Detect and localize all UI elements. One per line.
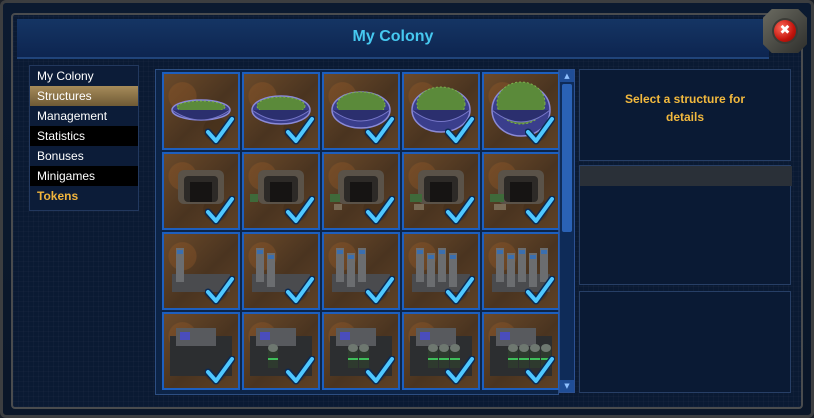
structure-tile-silo-plant[interactable] <box>162 312 240 390</box>
structure-tile-silo-plant[interactable] <box>482 312 560 390</box>
structure-tile-dome[interactable] <box>322 72 400 150</box>
info-header-bar <box>580 166 792 186</box>
structure-tile-bunker[interactable] <box>402 152 480 230</box>
owned-checkmark-icon <box>365 196 395 225</box>
structure-tile-dome[interactable] <box>162 72 240 150</box>
close-button[interactable]: ✖ <box>763 9 807 53</box>
menu-item-management[interactable]: Management <box>30 106 138 126</box>
owned-checkmark-icon <box>525 356 555 385</box>
structure-tile-refinery[interactable] <box>322 232 400 310</box>
owned-checkmark-icon <box>365 356 395 385</box>
structure-info-panel <box>579 165 792 285</box>
structure-tile-refinery[interactable] <box>482 232 560 310</box>
structure-action-panel <box>579 291 791 393</box>
menu-item-my-colony[interactable]: My Colony <box>30 66 138 86</box>
structure-tile-bunker[interactable] <box>162 152 240 230</box>
close-x-icon[interactable]: ✖ <box>774 20 796 42</box>
owned-checkmark-icon <box>205 196 235 225</box>
owned-checkmark-icon <box>285 116 315 145</box>
title-bar: My Colony <box>17 19 769 59</box>
owned-checkmark-icon <box>205 356 235 385</box>
menu-item-minigames[interactable]: Minigames <box>30 166 138 186</box>
structure-tile-refinery[interactable] <box>162 232 240 310</box>
menu-item-bonuses[interactable]: Bonuses <box>30 146 138 166</box>
structure-grid <box>155 69 560 395</box>
owned-checkmark-icon <box>365 276 395 305</box>
owned-checkmark-icon <box>445 356 475 385</box>
structure-tile-refinery[interactable] <box>242 232 320 310</box>
owned-checkmark-icon <box>205 116 235 145</box>
structure-tile-dome[interactable] <box>482 72 560 150</box>
scroll-up-arrow-icon[interactable]: ▲ <box>560 70 574 82</box>
structure-tile-bunker[interactable] <box>322 152 400 230</box>
structure-tile-dome[interactable] <box>402 72 480 150</box>
owned-checkmark-icon <box>285 196 315 225</box>
structure-detail-panel: Select a structure for details <box>579 69 791 161</box>
owned-checkmark-icon <box>525 276 555 305</box>
owned-checkmark-icon <box>365 116 395 145</box>
owned-checkmark-icon <box>445 196 475 225</box>
owned-checkmark-icon <box>285 356 315 385</box>
owned-checkmark-icon <box>445 276 475 305</box>
select-structure-prompt: Select a structure for details <box>624 92 746 124</box>
scroll-thumb[interactable] <box>562 84 572 232</box>
structure-tile-bunker[interactable] <box>242 152 320 230</box>
grid-scrollbar[interactable]: ▲ ▼ <box>559 69 575 393</box>
structure-tile-dome[interactable] <box>242 72 320 150</box>
owned-checkmark-icon <box>285 276 315 305</box>
scroll-down-arrow-icon[interactable]: ▼ <box>560 380 574 392</box>
structure-tile-refinery[interactable] <box>402 232 480 310</box>
owned-checkmark-icon <box>445 116 475 145</box>
owned-checkmark-icon <box>205 276 235 305</box>
structure-tile-silo-plant[interactable] <box>402 312 480 390</box>
side-menu: My Colony Structures Management Statisti… <box>29 65 139 211</box>
structure-tile-silo-plant[interactable] <box>242 312 320 390</box>
window-title: My Colony <box>352 28 434 45</box>
colony-window: My Colony ✖ My Colony Structures Managem… <box>0 0 814 418</box>
owned-checkmark-icon <box>525 116 555 145</box>
menu-item-statistics[interactable]: Statistics <box>30 126 138 146</box>
menu-item-tokens[interactable]: Tokens <box>30 186 138 206</box>
structure-tile-bunker[interactable] <box>482 152 560 230</box>
structure-tile-silo-plant[interactable] <box>322 312 400 390</box>
owned-checkmark-icon <box>525 196 555 225</box>
menu-item-structures[interactable]: Structures <box>30 86 138 106</box>
